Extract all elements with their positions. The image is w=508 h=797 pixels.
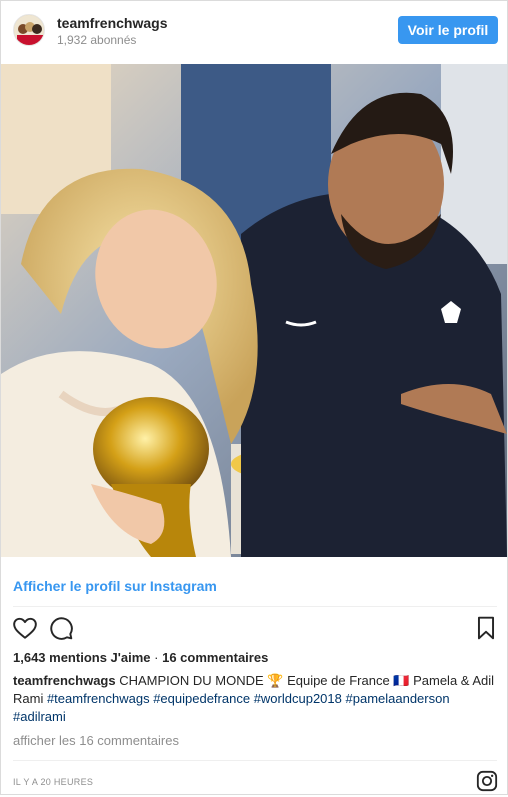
follower-count: 1,932 abonnés [57, 33, 137, 47]
comment-count[interactable]: 16 commentaires [162, 650, 268, 665]
hashtag[interactable]: #pamelaanderson [346, 691, 450, 706]
avatar-image [14, 15, 44, 45]
instagram-embed: teamfrenchwags 1,932 abonnés Voir le pro… [0, 0, 508, 795]
comment-icon[interactable] [48, 615, 74, 641]
post-timestamp: IL Y A 20 HEURES [13, 777, 94, 787]
username[interactable]: teamfrenchwags [57, 15, 167, 31]
hashtag[interactable]: #adilrami [13, 709, 66, 724]
instagram-logo-icon[interactable] [476, 770, 498, 792]
hashtag[interactable]: #equipedefrance [153, 691, 250, 706]
post-image [1, 64, 507, 557]
caption-username[interactable]: teamfrenchwags [13, 673, 116, 688]
heart-icon[interactable] [12, 615, 38, 641]
hashtag[interactable]: #worldcup2018 [254, 691, 342, 706]
avatar[interactable] [13, 14, 45, 46]
post-stats: 1,643 mentions J'aime · 16 commentaires [13, 650, 268, 665]
like-count[interactable]: 1,643 mentions J'aime [13, 650, 151, 665]
hashtag[interactable]: #teamfrenchwags [47, 691, 150, 706]
view-profile-button[interactable]: Voir le profil [398, 16, 498, 44]
action-bar [1, 611, 507, 645]
view-on-instagram-link[interactable]: Afficher le profil sur Instagram [13, 578, 217, 594]
post-caption: teamfrenchwags CHAMPION DU MONDE 🏆 Equip… [13, 672, 497, 726]
view-comments-link[interactable]: afficher les 16 commentaires [13, 733, 179, 748]
post-photo[interactable] [1, 64, 507, 557]
stats-separator: · [154, 650, 159, 665]
divider [13, 760, 497, 761]
post-header: teamfrenchwags 1,932 abonnés Voir le pro… [1, 1, 507, 63]
divider [13, 606, 497, 607]
bookmark-icon[interactable] [473, 615, 499, 641]
